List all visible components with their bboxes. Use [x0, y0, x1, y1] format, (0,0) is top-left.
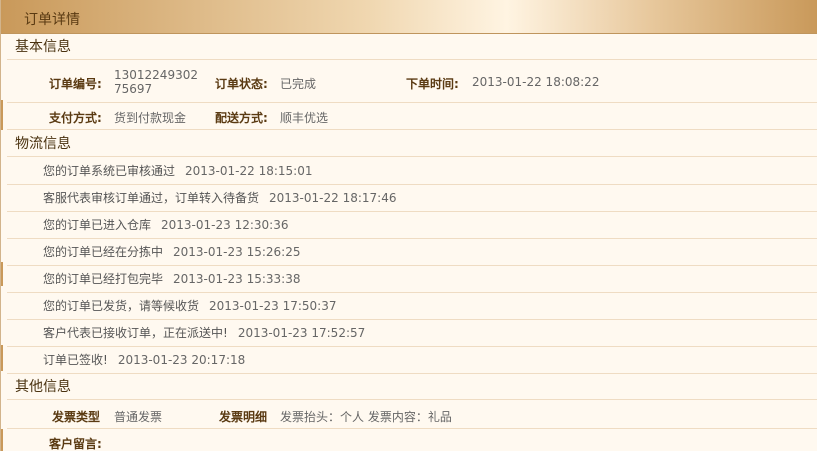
logistics-entry-time: 2013-01-22 18:15:01 [185, 164, 313, 178]
row-left-accent [1, 345, 3, 371]
logistics-entry-text: 客服代表审核订单通过，订单转入待备货 [43, 191, 260, 205]
logistics-entry-text: 您的订单已进入仓库 [43, 218, 152, 232]
logistics-entry-time: 2013-01-23 20:17:18 [117, 353, 246, 367]
logistics-entry-time: 2013-01-23 17:50:37 [209, 299, 337, 313]
order-time-value: 2013-01-22 18:08:22 [472, 75, 600, 89]
order-no-value-line2: 75697 [114, 82, 153, 96]
row-left-accent [1, 429, 3, 451]
logistics-entry: 订单已签收! 2013-01-23 20:17:18 [7, 347, 817, 374]
panel-title: 订单详情 [24, 12, 80, 28]
logistics-entry-time: 2013-01-23 15:33:38 [173, 272, 301, 286]
other-info-heading: 其他信息 [7, 374, 817, 400]
logistics-entry-text: 您的订单已发货，请等候收货 [43, 299, 200, 313]
logistics-entry: 您的订单已进入仓库 2013-01-23 12:30:36 [7, 212, 817, 239]
order-time-label: 下单时间: [406, 77, 459, 91]
logistics-entry: 客服代表审核订单通过，订单转入待备货 2013-01-22 18:17:46 [7, 185, 817, 212]
customer-message-label: 客户留言: [49, 437, 102, 451]
order-no-label: 订单编号: [49, 77, 102, 91]
delivery-label: 配送方式: [215, 111, 268, 125]
status-label: 订单状态: [215, 77, 268, 91]
logistics-entry-text: 您的订单系统已审核通过 [43, 164, 176, 178]
panel-title-bar: 订单详情 [1, 0, 817, 34]
logistics-entry: 您的订单系统已审核通过 2013-01-22 18:15:01 [7, 158, 817, 185]
logistics-entry: 您的订单已经在分拣中 2013-01-23 15:26:25 [7, 239, 817, 266]
row-left-accent [1, 262, 3, 286]
payment-label: 支付方式: [49, 111, 102, 125]
payment-value: 货到付款现金 [114, 111, 187, 125]
order-detail-panel: 订单详情 基本信息 订单编号: 13012249302 75697 订单状态: … [0, 0, 817, 451]
logistics-entry-text: 订单已签收! [43, 353, 108, 367]
logistics-entry-time: 2013-01-22 18:17:46 [269, 191, 397, 205]
invoice-detail-value: 发票抬头：个人 发票内容：礼品 [280, 410, 452, 424]
logistics-heading: 物流信息 [7, 131, 817, 157]
logistics-entry-text: 您的订单已经打包完毕 [43, 272, 164, 286]
logistics-entry-text: 您的订单已经在分拣中 [43, 245, 164, 259]
invoice-detail-label: 发票明细 [219, 410, 268, 424]
order-no-value-line1: 13012249302 [114, 68, 198, 82]
status-value: 已完成 [280, 77, 317, 91]
delivery-value: 顺丰优选 [280, 111, 329, 125]
basic-info-heading: 基本信息 [7, 34, 817, 60]
basic-info-row-1: 订单编号: 13012249302 75697 订单状态: 已完成 下单时间: … [7, 61, 817, 103]
row-left-accent [1, 100, 3, 130]
logistics-entry-time: 2013-01-23 15:26:25 [173, 245, 301, 259]
customer-message-row: 客户留言: [7, 429, 817, 451]
invoice-type-label: 发票类型 [52, 410, 101, 424]
basic-info-row-2: 支付方式: 货到付款现金 配送方式: 顺丰优选 [7, 103, 817, 130]
invoice-row: 发票类型 普通发票 发票明细 发票抬头：个人 发票内容：礼品 [7, 401, 817, 429]
logistics-entry-time: 2013-01-23 17:52:57 [237, 326, 366, 340]
logistics-entry-time: 2013-01-23 12:30:36 [161, 218, 289, 232]
logistics-entry-text: 客户代表已接收订单，正在派送中! [43, 326, 228, 340]
logistics-entry: 您的订单已发货，请等候收货 2013-01-23 17:50:37 [7, 293, 817, 320]
logistics-entry: 您的订单已经打包完毕 2013-01-23 15:33:38 [7, 266, 817, 293]
logistics-entry: 客户代表已接收订单，正在派送中! 2013-01-23 17:52:57 [7, 320, 817, 347]
invoice-type-value: 普通发票 [114, 410, 163, 424]
